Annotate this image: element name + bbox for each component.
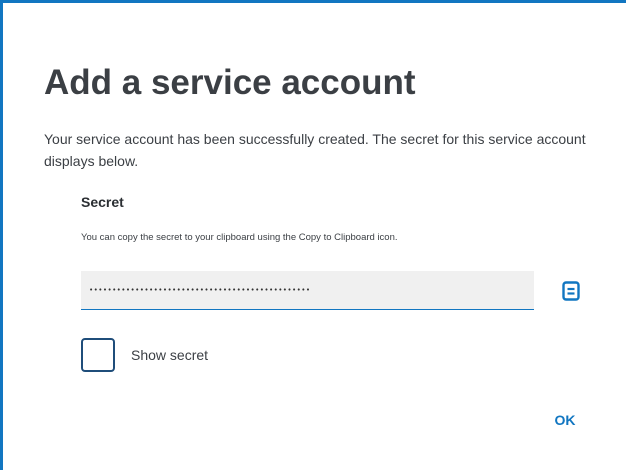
dialog-title: Add a service account: [44, 63, 416, 102]
show-secret-checkbox[interactable]: [81, 338, 115, 372]
add-service-account-dialog: Add a service account Your service accou…: [0, 0, 626, 470]
secret-help-text: You can copy the secret to your clipboar…: [81, 232, 398, 243]
secret-input[interactable]: ••••••••••••••••••••••••••••••••••••••••…: [81, 271, 534, 310]
clipboard-icon: [562, 281, 580, 301]
show-secret-label[interactable]: Show secret: [131, 345, 208, 365]
dialog-description: Your service account has been successful…: [44, 131, 586, 169]
copy-to-clipboard-button[interactable]: [559, 278, 583, 304]
secret-label: Secret: [81, 194, 124, 210]
ok-button[interactable]: OK: [543, 403, 587, 437]
